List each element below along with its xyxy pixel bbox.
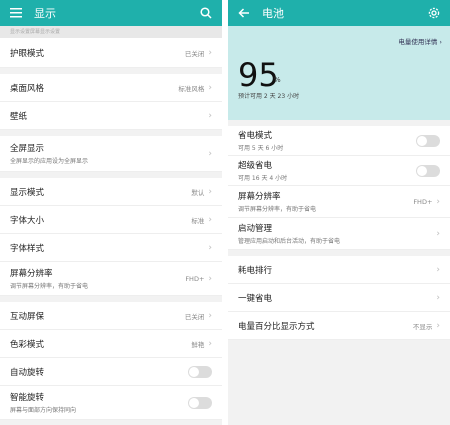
menu-icon[interactable]: [8, 5, 24, 21]
item-sub: 可用 5 天 6 小时: [238, 145, 284, 152]
item-sub: 管理应用启动和后台活动，有助于省电: [238, 238, 341, 245]
settings-item-font-style[interactable]: 字体样式 ›: [0, 234, 222, 262]
item-label: 互动屏保: [10, 311, 45, 322]
power-saving-toggle[interactable]: [416, 134, 440, 147]
battery-estimate: 预计可用 2 天 23 小时: [238, 93, 300, 100]
back-arrow-icon[interactable]: [236, 5, 252, 21]
chevron-right-icon: ›: [208, 47, 212, 58]
chevron-right-icon: ›: [436, 264, 440, 275]
settings-item-smart-rotate[interactable]: 智能旋转 屏幕与面部方向保持同向: [0, 386, 222, 420]
percent-sign: %: [274, 76, 281, 84]
item-label: 智能旋转: [10, 393, 45, 403]
item-value: 已关闭: [184, 49, 205, 58]
settings-item-wallpaper[interactable]: 壁纸 ›: [0, 102, 222, 130]
battery-settings-panel: 电池 电量使用详情 › 95 % 预计可用 2 天 23 小时 省电模式 可用 …: [228, 0, 450, 425]
settings-item-power-ranking[interactable]: 耗电排行 ›: [228, 256, 450, 284]
usage-details-link[interactable]: 电量使用详情 ›: [398, 36, 442, 46]
chevron-right-icon: ›: [436, 320, 440, 331]
item-value: 不显示: [412, 322, 433, 331]
settings-item-font-size[interactable]: 字体大小 标准 ›: [0, 206, 222, 234]
chevron-right-icon: ›: [208, 186, 212, 197]
item-label: 电量百分比显示方式: [238, 321, 315, 332]
chevron-right-icon: ›: [208, 242, 212, 253]
item-label: 启动管理: [238, 224, 273, 234]
chevron-right-icon: ›: [208, 82, 212, 93]
settings-item-startup-management[interactable]: 启动管理 管理应用启动和后台活动，有助于省电 ›: [228, 218, 450, 250]
chevron-right-icon: ›: [436, 196, 440, 207]
item-value: FHD+: [185, 274, 205, 283]
display-topbar: 显示: [0, 0, 222, 26]
item-label: 自动旋转: [10, 367, 45, 378]
display-title: 显示: [34, 7, 56, 20]
item-value: 默认: [191, 188, 205, 197]
item-sub: 调节屏幕分辨率，有助于省电: [10, 283, 89, 290]
battery-percent: 95: [238, 56, 279, 94]
battery-title: 电池: [262, 7, 284, 20]
smart-rotate-toggle[interactable]: [188, 396, 212, 409]
screen-composite: 显示 显示设置屏幕显示设置 护眼模式 已关闭 › 桌面风格 标准风格 › 壁纸 …: [0, 0, 450, 425]
item-label: 字体样式: [10, 243, 45, 254]
chevron-right-icon: ›: [208, 273, 212, 284]
item-label: 色彩模式: [10, 339, 45, 350]
settings-item-eye-comfort[interactable]: 护眼模式 已关闭 ›: [0, 38, 222, 68]
item-label: 字体大小: [10, 215, 45, 226]
item-label: 显示模式: [10, 187, 45, 198]
display-settings-panel: 显示 显示设置屏幕显示设置 护眼模式 已关闭 › 桌面风格 标准风格 › 壁纸 …: [0, 0, 222, 425]
super-power-saving-toggle[interactable]: [416, 164, 440, 177]
settings-item-super-power-saving[interactable]: 超级省电 可用 16 天 4 小时: [228, 156, 450, 186]
settings-item-resolution[interactable]: 屏幕分辨率 调节屏幕分辨率，有助于省电 FHD+ ›: [228, 186, 450, 218]
chevron-right-icon: ›: [208, 338, 212, 349]
display-strip: 显示设置屏幕显示设置: [0, 26, 222, 38]
item-label: 护眼模式: [10, 48, 45, 59]
auto-rotate-toggle[interactable]: [188, 365, 212, 378]
chevron-right-icon: ›: [436, 228, 440, 239]
settings-item-one-click-saving[interactable]: 一键省电 ›: [228, 284, 450, 312]
chevron-right-icon: ›: [208, 148, 212, 159]
settings-item-desktop-style[interactable]: 桌面风格 标准风格 ›: [0, 74, 222, 102]
settings-item-resolution[interactable]: 屏幕分辨率 调节屏幕分辨率，有助于省电 FHD+ ›: [0, 262, 222, 296]
item-label: 屏幕分辨率: [238, 192, 281, 202]
item-label: 壁纸: [10, 111, 28, 122]
item-value: FHD+: [413, 197, 433, 206]
search-icon[interactable]: [198, 5, 214, 21]
item-label: 全屏显示: [10, 144, 45, 154]
settings-item-percentage-display[interactable]: 电量百分比显示方式 不显示 ›: [228, 312, 450, 340]
item-label: 一键省电: [238, 293, 273, 304]
battery-settings-list: 电量使用详情 › 95 % 预计可用 2 天 23 小时 省电模式 可用 5 天…: [228, 26, 450, 425]
chevron-right-icon: ›: [436, 292, 440, 303]
item-value: 标准: [191, 216, 205, 225]
item-label: 桌面风格: [10, 83, 45, 94]
item-label: 耗电排行: [238, 265, 273, 276]
gear-icon[interactable]: [426, 5, 442, 21]
item-sub: 调节屏幕分辨率，有助于省电: [238, 206, 317, 213]
item-value: 鲜艳: [191, 340, 205, 349]
chevron-right-icon: ›: [208, 214, 212, 225]
item-label: 省电模式: [238, 131, 273, 141]
item-label: 屏幕分辨率: [10, 269, 53, 279]
settings-item-power-saving[interactable]: 省电模式 可用 5 天 6 小时: [228, 126, 450, 156]
settings-item-display-mode[interactable]: 显示模式 默认 ›: [0, 178, 222, 206]
chevron-right-icon: ›: [208, 110, 212, 121]
item-sub: 屏幕与面部方向保持同向: [10, 407, 77, 414]
settings-item-fullscreen[interactable]: 全屏显示 全屏显示的应用设为全屏显示 ›: [0, 136, 222, 172]
chevron-right-icon: ›: [208, 310, 212, 321]
display-settings-list: 显示设置屏幕显示设置 护眼模式 已关闭 › 桌面风格 标准风格 › 壁纸 › 全…: [0, 26, 222, 425]
item-value: 标准风格: [178, 84, 205, 93]
item-value: 已关闭: [184, 312, 205, 321]
battery-topbar: 电池: [228, 0, 450, 26]
battery-summary: 电量使用详情 › 95 % 预计可用 2 天 23 小时: [228, 26, 450, 120]
settings-item-color-mode[interactable]: 色彩模式 鲜艳 ›: [0, 330, 222, 358]
item-sub: 全屏显示的应用设为全屏显示: [10, 158, 89, 165]
item-label: 超级省电: [238, 161, 273, 171]
item-sub: 可用 16 天 4 小时: [238, 175, 288, 182]
settings-item-interactive-screensaver[interactable]: 互动屏保 已关闭 ›: [0, 302, 222, 330]
settings-item-auto-rotate[interactable]: 自动旋转: [0, 358, 222, 386]
